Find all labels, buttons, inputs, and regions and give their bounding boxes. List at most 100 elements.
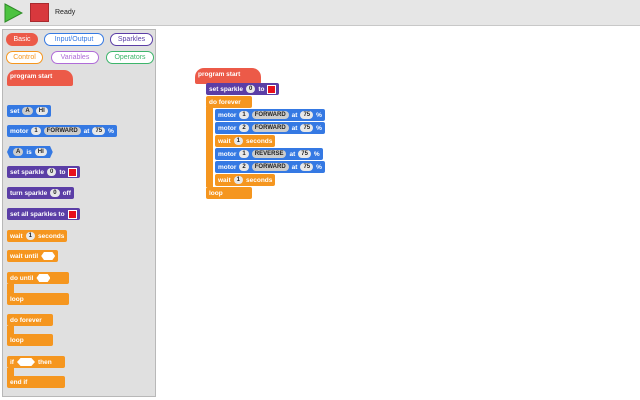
- motor-number-slot[interactable]: 2: [239, 163, 249, 171]
- variable-is-block[interactable]: A is HI: [7, 146, 53, 158]
- sparkle-number-slot[interactable]: 0: [245, 85, 256, 93]
- wait-until-block[interactable]: wait until: [7, 250, 59, 262]
- workspace[interactable]: program start set sparkle 0 to do foreve…: [158, 26, 640, 400]
- do-forever-loop-end: loop: [206, 187, 252, 199]
- block-label: loop: [209, 189, 223, 197]
- motor-block[interactable]: motor 1 FORWARD at 75 %: [215, 109, 325, 121]
- color-swatch[interactable]: [67, 209, 77, 219]
- block-label: %: [316, 163, 322, 171]
- motor-number-slot[interactable]: 1: [239, 150, 249, 158]
- program-start-block[interactable]: program start: [195, 68, 261, 84]
- block-label: program start: [198, 71, 241, 78]
- color-swatch[interactable]: [68, 167, 78, 177]
- condition-slot[interactable]: [41, 252, 56, 260]
- condition-slot[interactable]: [16, 358, 35, 366]
- block-label: at: [291, 111, 298, 119]
- block-label: set sparkle: [209, 85, 243, 93]
- block-palette: Basic Input/Output Sparkles Control Vari…: [2, 29, 156, 397]
- direction-dropdown[interactable]: FORWARD: [251, 163, 289, 171]
- variable-slot[interactable]: A: [13, 148, 24, 156]
- block-label: at: [83, 127, 90, 135]
- motor-block[interactable]: motor 1 FORWARD at 75 %: [7, 125, 117, 137]
- block-label: wait: [10, 232, 23, 240]
- block-label: at: [291, 163, 298, 171]
- set-all-sparkles-block[interactable]: set all sparkles to: [7, 208, 80, 220]
- direction-dropdown[interactable]: FORWARD: [43, 127, 81, 135]
- block-label: is: [26, 148, 32, 156]
- status-text: Ready: [55, 9, 76, 16]
- sparkle-number-slot[interactable]: 0: [46, 168, 57, 176]
- speed-slot[interactable]: 75: [300, 163, 314, 171]
- tab-control[interactable]: Control: [6, 51, 43, 64]
- block-label: wait until: [10, 252, 39, 260]
- direction-dropdown[interactable]: REVERSE: [251, 150, 287, 158]
- block-label: at: [289, 150, 296, 158]
- seconds-slot[interactable]: 1: [233, 137, 243, 145]
- tab-variables[interactable]: Variables: [51, 51, 99, 64]
- do-forever-loop-end: loop: [7, 334, 53, 346]
- speed-slot[interactable]: 75: [300, 124, 314, 132]
- tab-operators[interactable]: Operators: [106, 51, 154, 64]
- do-forever-block[interactable]: do forever: [7, 314, 53, 326]
- if-then-block[interactable]: if then: [7, 356, 65, 368]
- block-label: if: [10, 358, 14, 366]
- end-if-block: end if: [7, 376, 65, 388]
- motor-number-slot[interactable]: 1: [31, 127, 41, 135]
- program-start-block[interactable]: program start: [7, 70, 73, 86]
- motor-block[interactable]: motor 2 FORWARD at 75 %: [215, 122, 325, 134]
- tab-basic[interactable]: Basic: [6, 33, 38, 46]
- block-label: do forever: [10, 316, 42, 324]
- value-slot[interactable]: HI: [35, 107, 48, 115]
- play-icon: [4, 3, 23, 23]
- motor-block[interactable]: motor 2 FORWARD at 75 %: [215, 161, 325, 173]
- block-label: set: [10, 107, 20, 115]
- set-sparkle-block[interactable]: set sparkle 0 to: [206, 83, 280, 95]
- block-label: off: [62, 189, 71, 197]
- motor-number-slot[interactable]: 2: [239, 124, 249, 132]
- block-label: motor: [10, 127, 29, 135]
- set-sparkle-block[interactable]: set sparkle 0 to: [7, 166, 81, 178]
- c-block-arm: [206, 107, 213, 187]
- run-button[interactable]: [3, 3, 23, 23]
- block-label: set sparkle: [10, 168, 44, 176]
- block-label: program start: [10, 73, 53, 80]
- tab-input-output[interactable]: Input/Output: [44, 33, 104, 46]
- block-label: loop: [10, 295, 24, 303]
- wait-seconds-block[interactable]: wait 1 seconds: [215, 174, 276, 186]
- do-until-block[interactable]: do until: [7, 272, 69, 284]
- tab-sparkles[interactable]: Sparkles: [110, 33, 153, 46]
- color-swatch[interactable]: [267, 84, 277, 94]
- sparkle-number-slot[interactable]: 0: [50, 189, 60, 197]
- set-variable-block[interactable]: set A HI: [7, 105, 51, 117]
- block-label: wait: [218, 176, 231, 184]
- block-label: motor: [218, 150, 237, 158]
- turn-sparkle-off-block[interactable]: turn sparkle 0 off: [7, 187, 74, 199]
- stop-button[interactable]: [30, 3, 49, 22]
- block-label: end if: [10, 378, 28, 386]
- block-label: turn sparkle: [10, 189, 48, 197]
- direction-dropdown[interactable]: FORWARD: [251, 124, 289, 132]
- motor-number-slot[interactable]: 1: [239, 111, 249, 119]
- block-label: wait: [218, 137, 231, 145]
- seconds-slot[interactable]: 1: [25, 232, 35, 240]
- toolbar: Ready: [0, 0, 640, 26]
- do-until-loop-end: loop: [7, 293, 69, 305]
- block-label: seconds: [246, 176, 273, 184]
- value-slot[interactable]: HI: [34, 148, 47, 156]
- seconds-slot[interactable]: 1: [233, 176, 243, 184]
- wait-seconds-block[interactable]: wait 1 seconds: [7, 230, 68, 242]
- speed-slot[interactable]: 75: [298, 150, 311, 158]
- block-label: do until: [10, 274, 34, 282]
- block-label: seconds: [38, 232, 65, 240]
- direction-dropdown[interactable]: FORWARD: [251, 111, 289, 119]
- speed-slot[interactable]: 75: [300, 111, 314, 119]
- block-label: set all sparkles to: [10, 210, 65, 218]
- block-label: motor: [218, 111, 237, 119]
- condition-slot[interactable]: [36, 274, 51, 282]
- block-label: then: [37, 358, 52, 366]
- wait-seconds-block[interactable]: wait 1 seconds: [215, 135, 276, 147]
- variable-slot[interactable]: A: [22, 107, 33, 115]
- block-label: %: [108, 127, 114, 135]
- motor-block[interactable]: motor 1 REVERSE at 75 %: [215, 148, 323, 160]
- speed-slot[interactable]: 75: [92, 127, 106, 135]
